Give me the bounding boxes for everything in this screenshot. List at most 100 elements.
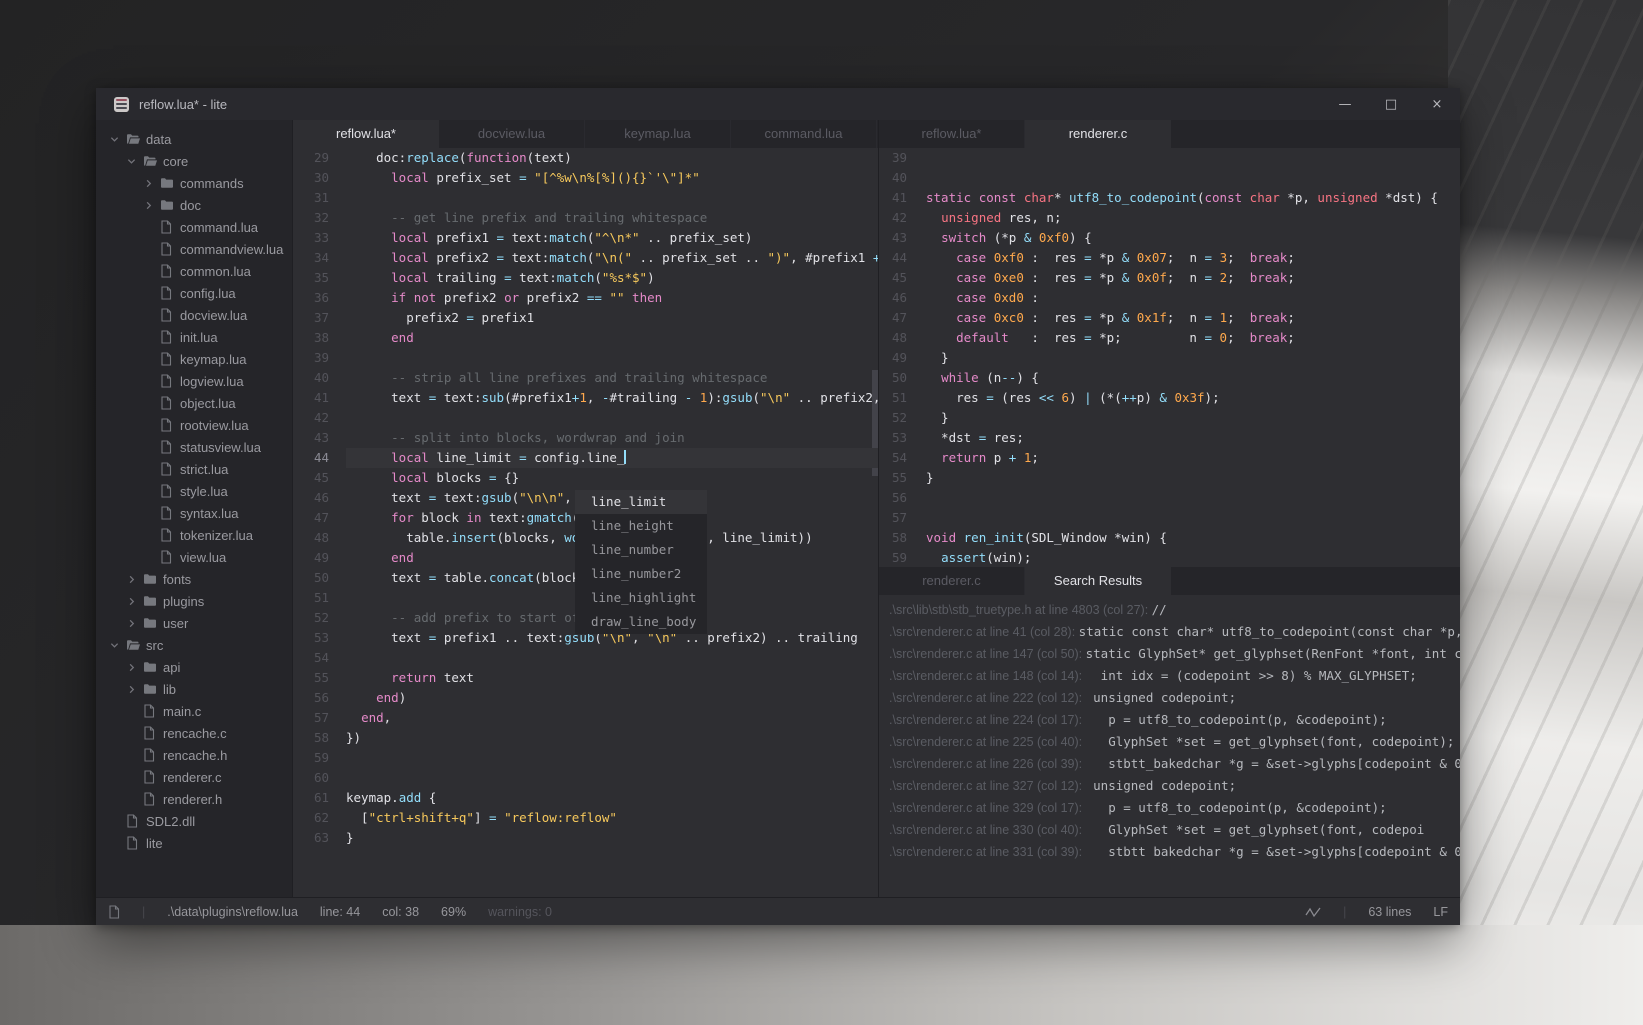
- tree-item-style-lua[interactable]: style.lua: [96, 480, 292, 502]
- tree-item-label: plugins: [163, 593, 205, 609]
- tree-item-config-lua[interactable]: config.lua: [96, 282, 292, 304]
- tree-item-api[interactable]: api: [96, 656, 292, 678]
- tree-item-keymap-lua[interactable]: keymap.lua: [96, 348, 292, 370]
- statusbar-divider: |: [1343, 904, 1347, 919]
- tree-item-renderer-c[interactable]: renderer.c: [96, 766, 292, 788]
- tree-item-commands[interactable]: commands: [96, 172, 292, 194]
- search-result-row[interactable]: .\src\renderer.c at line 225 (col 40): G…: [879, 731, 1460, 753]
- tree-item-sdl2-dll[interactable]: SDL2.dll: [96, 810, 292, 832]
- tree-item-docview-lua[interactable]: docview.lua: [96, 304, 292, 326]
- tree-item-command-lua[interactable]: command.lua: [96, 216, 292, 238]
- search-result-location: .\src\renderer.c at line 147 (col 50):: [889, 647, 1086, 661]
- code-line: -- split into blocks, wordwrap and join: [346, 430, 685, 445]
- tree-item-renderer-h[interactable]: renderer.h: [96, 788, 292, 810]
- autocomplete-item-line_limit[interactable]: line_limit: [575, 490, 707, 514]
- maximize-button[interactable]: □: [1368, 88, 1414, 120]
- search-result-row[interactable]: .\src\renderer.c at line 327 (col 12): u…: [879, 775, 1460, 797]
- tree-item-label: tokenizer.lua: [180, 527, 253, 543]
- folder-icon: [160, 177, 180, 189]
- tree-item-strict-lua[interactable]: strict.lua: [96, 458, 292, 480]
- tree-item-label: main.c: [163, 703, 202, 719]
- search-result-row[interactable]: .\src\renderer.c at line 41 (col 28): st…: [879, 621, 1460, 643]
- search-result-row[interactable]: .\src\renderer.c at line 222 (col 12): u…: [879, 687, 1460, 709]
- tree-item-syntax-lua[interactable]: syntax.lua: [96, 502, 292, 524]
- tree-item-plugins[interactable]: plugins: [96, 590, 292, 612]
- tree-item-logview-lua[interactable]: logview.lua: [96, 370, 292, 392]
- tree-item-doc[interactable]: doc: [96, 194, 292, 216]
- tree-item-label: src: [146, 637, 164, 653]
- tree-item-label: core: [163, 153, 189, 169]
- code-line: }: [926, 350, 949, 365]
- chevron-down-icon: [110, 641, 126, 650]
- tree-item-lite[interactable]: lite: [96, 832, 292, 854]
- tree-item-rencache-c[interactable]: rencache.c: [96, 722, 292, 744]
- tree-item-statusview-lua[interactable]: statusview.lua: [96, 436, 292, 458]
- code-line: -- get line prefix and trailing whitespa…: [346, 210, 708, 225]
- tab-command-lua[interactable]: command.lua: [731, 120, 877, 148]
- tree-item-user[interactable]: user: [96, 612, 292, 634]
- file-icon: [126, 814, 146, 828]
- code-line: assert(win);: [941, 550, 1032, 565]
- file-tree[interactable]: data core commands doc command.lua commandvie…: [96, 120, 292, 897]
- file-icon: [126, 836, 146, 850]
- search-result-row[interactable]: .\src\renderer.c at line 226 (col 39): s…: [879, 753, 1460, 775]
- code-line: local prefix_set = "[^%w\n%[%](){}`'\"]*…: [391, 170, 700, 185]
- left-editor[interactable]: line_limit line_height line_number line_num…: [293, 148, 878, 897]
- search-result-row[interactable]: .\src\lib\stb\stb_truetype.h at line 480…: [879, 599, 1460, 621]
- search-result-row[interactable]: .\src\renderer.c at line 148 (col 14): i…: [879, 665, 1460, 687]
- search-result-row[interactable]: .\src\renderer.c at line 330 (col 40): G…: [879, 819, 1460, 841]
- tree-item-main-c[interactable]: main.c: [96, 700, 292, 722]
- search-result-row[interactable]: .\src\renderer.c at line 331 (col 39): s…: [879, 841, 1460, 863]
- tree-item-label: config.lua: [180, 285, 236, 301]
- tree-item-rencache-h[interactable]: rencache.h: [96, 744, 292, 766]
- autocomplete-item-line_height[interactable]: line_height: [575, 514, 707, 538]
- statusbar-line: line: 44: [319, 904, 361, 919]
- autocomplete-item-draw_line_body[interactable]: draw_line_body: [575, 610, 707, 634]
- tree-item-label: object.lua: [180, 395, 236, 411]
- minimize-button[interactable]: —: [1322, 88, 1368, 120]
- tab-renderer-c[interactable]: renderer.c: [1025, 120, 1171, 148]
- tree-item-tokenizer-lua[interactable]: tokenizer.lua: [96, 524, 292, 546]
- folder-open-icon: [143, 155, 163, 167]
- search-result-row[interactable]: .\src\renderer.c at line 224 (col 17): p…: [879, 709, 1460, 731]
- chevron-right-icon: [144, 179, 160, 188]
- search-result-row[interactable]: .\src\renderer.c at line 147 (col 50): s…: [879, 643, 1460, 665]
- tree-item-object-lua[interactable]: object.lua: [96, 392, 292, 414]
- tab-reflow-lua-[interactable]: reflow.lua*: [293, 120, 439, 148]
- search-result-location: .\src\renderer.c at line 148 (col 14):: [889, 669, 1086, 683]
- tab-keymap-lua[interactable]: keymap.lua: [585, 120, 731, 148]
- tab-reflow-lua-[interactable]: reflow.lua*: [879, 120, 1025, 148]
- tree-item-commandview-lua[interactable]: commandview.lua: [96, 238, 292, 260]
- code-line: local blocks = {}: [391, 470, 520, 485]
- code-line: local prefix2 = text:match("\n(" .. pref…: [391, 250, 878, 265]
- tree-item-common-lua[interactable]: common.lua: [96, 260, 292, 282]
- tree-item-core[interactable]: core: [96, 150, 292, 172]
- tree-item-init-lua[interactable]: init.lua: [96, 326, 292, 348]
- tree-item-label: lib: [163, 681, 177, 697]
- right-editor[interactable]: 39 40 41 42 43 44 45 46 47 48 49 50 51 52 53 54 55 56 57 58…: [879, 148, 1460, 567]
- search-results-list[interactable]: .\src\lib\stb\stb_truetype.h at line 480…: [879, 595, 1460, 897]
- autocomplete-item-line_number2[interactable]: line_number2: [575, 562, 707, 586]
- folder-icon: [143, 661, 163, 673]
- code-line: while (n--) {: [941, 370, 1039, 385]
- tab-docview-lua[interactable]: docview.lua: [439, 120, 585, 148]
- search-result-row[interactable]: .\src\renderer.c at line 329 (col 17): p…: [879, 797, 1460, 819]
- tree-item-rootview-lua[interactable]: rootview.lua: [96, 414, 292, 436]
- tree-item-fonts[interactable]: fonts: [96, 568, 292, 590]
- code-line: case 0xe0 : res = *p & 0x0f; n = 2; brea…: [956, 270, 1295, 285]
- titlebar[interactable]: reflow.lua* - lite — □ ×: [96, 88, 1460, 120]
- close-button[interactable]: ×: [1414, 88, 1460, 120]
- folder-open-icon: [126, 133, 146, 145]
- tree-item-view-lua[interactable]: view.lua: [96, 546, 292, 568]
- code-line: }: [926, 470, 934, 485]
- autocomplete-item-line_number[interactable]: line_number: [575, 538, 707, 562]
- tree-item-lib[interactable]: lib: [96, 678, 292, 700]
- tree-item-src[interactable]: src: [96, 634, 292, 656]
- tab-search-results[interactable]: Search Results: [1025, 567, 1171, 595]
- autocomplete-item-line_highlight[interactable]: line_highlight: [575, 586, 707, 610]
- search-result-text: unsigned codepoint;: [1085, 778, 1237, 793]
- tree-item-data[interactable]: data: [96, 128, 292, 150]
- tab-renderer-c[interactable]: renderer.c: [879, 567, 1025, 595]
